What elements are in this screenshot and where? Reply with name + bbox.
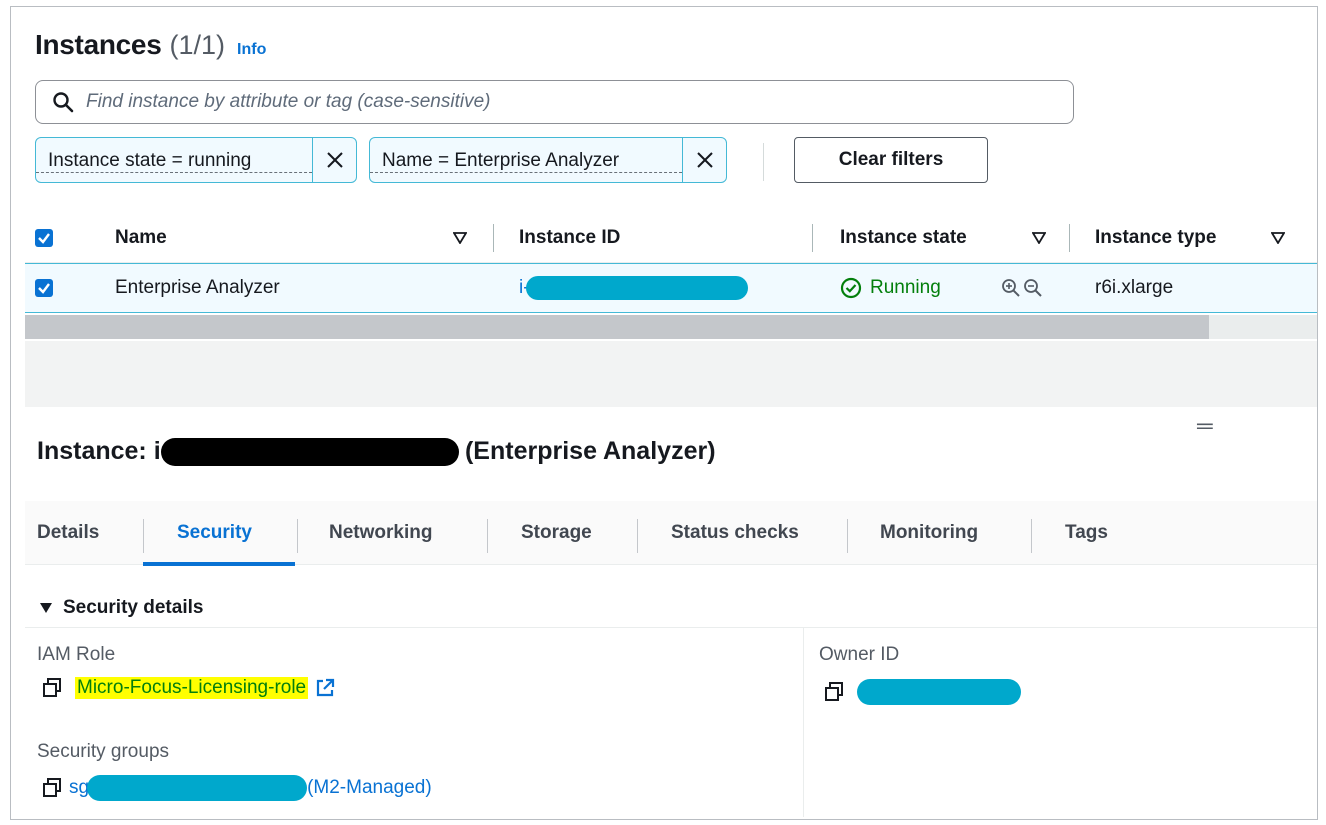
filter-token-name: Name = Enterprise Analyzer	[369, 137, 727, 183]
tab-separator	[637, 519, 638, 553]
tab-separator	[297, 519, 298, 553]
instances-panel: Instances (1/1) Info Instance state = ru…	[10, 6, 1318, 820]
zoom-controls	[1001, 264, 1043, 312]
owner-id-value	[823, 679, 1021, 705]
table-empty-area	[25, 341, 1317, 407]
copy-icon[interactable]	[41, 777, 63, 799]
tab-separator	[143, 519, 144, 553]
tab-separator	[1031, 519, 1032, 553]
owner-id-label: Owner ID	[819, 644, 900, 665]
checkmark-icon	[38, 283, 50, 294]
tab-security[interactable]: Security	[177, 501, 252, 565]
sort-icon[interactable]	[453, 232, 467, 244]
tab-monitoring[interactable]: Monitoring	[880, 501, 978, 565]
search-input[interactable]	[86, 91, 1046, 113]
copy-icon[interactable]	[41, 677, 63, 699]
info-link[interactable]: Info	[237, 41, 266, 59]
section-title: Security details	[63, 597, 204, 618]
external-link-icon[interactable]	[314, 677, 336, 699]
divider	[763, 143, 764, 181]
horizontal-scrollbar[interactable]	[25, 315, 1317, 339]
remove-filter-button[interactable]	[682, 138, 726, 182]
column-separator	[1069, 224, 1070, 252]
tab-separator	[847, 519, 848, 553]
tab-status-checks[interactable]: Status checks	[671, 501, 799, 565]
column-header-instance-id[interactable]: Instance ID	[519, 212, 620, 263]
caret-down-icon	[40, 603, 52, 613]
tab-networking[interactable]: Networking	[329, 501, 432, 565]
divider	[25, 627, 1317, 628]
column-header-instance-state[interactable]: Instance state	[840, 212, 967, 263]
instance-title-suffix: (Enterprise Analyzer)	[464, 437, 716, 465]
redacted-owner-id	[857, 679, 1021, 705]
instance-count: (1/1)	[169, 30, 226, 60]
instance-name: Enterprise Analyzer	[115, 277, 280, 298]
row-checkbox-cell[interactable]	[35, 264, 53, 312]
status-badge: Running	[840, 277, 941, 299]
security-details-header[interactable]: Security details	[39, 597, 203, 619]
detail-tabs: Details Security Networking Storage Stat…	[25, 501, 1317, 565]
close-icon	[696, 152, 713, 168]
close-icon	[326, 152, 343, 168]
instance-detail-title: Instance: i- (Enterprise Analyzer)	[37, 437, 716, 466]
row-checkbox[interactable]	[35, 279, 53, 297]
tab-details[interactable]: Details	[37, 501, 99, 565]
instance-state-cell: Running	[840, 264, 941, 312]
column-separator	[812, 224, 813, 252]
tab-tags[interactable]: Tags	[1065, 501, 1108, 565]
tab-storage[interactable]: Storage	[521, 501, 592, 565]
scrollbar-thumb[interactable]	[25, 315, 1209, 339]
zoom-in-icon[interactable]	[1001, 278, 1021, 298]
copy-icon[interactable]	[823, 681, 845, 703]
remove-filter-button[interactable]	[312, 138, 356, 182]
page-title: Instances	[35, 29, 162, 60]
select-all-checkbox[interactable]	[35, 228, 53, 247]
clear-filters-button[interactable]: Clear filters	[794, 137, 988, 183]
active-tab-indicator	[143, 562, 295, 566]
checkmark-icon	[38, 232, 50, 244]
instance-id-link[interactable]: i-	[519, 264, 748, 312]
filter-token-label[interactable]: Instance state = running	[36, 150, 312, 173]
filter-token-instance-state: Instance state = running	[35, 137, 357, 183]
check-circle-icon	[840, 277, 862, 299]
table-row[interactable]: Enterprise Analyzer i- Running r6i.xlarg…	[25, 263, 1317, 313]
iam-role-value: Micro-Focus-Licensing-role	[41, 677, 336, 699]
table-header: Name Instance ID Instance state Instance…	[25, 212, 1317, 263]
select-all-checkbox-cell[interactable]	[35, 212, 53, 263]
column-header-instance-type[interactable]: Instance type	[1095, 212, 1216, 263]
filter-token-label[interactable]: Name = Enterprise Analyzer	[370, 150, 682, 173]
column-divider	[803, 627, 804, 817]
column-separator	[493, 224, 494, 252]
sort-icon[interactable]	[1271, 232, 1285, 244]
page-header: Instances (1/1) Info	[35, 29, 266, 61]
tab-separator	[487, 519, 488, 553]
search-icon	[53, 92, 74, 113]
sort-icon[interactable]	[1032, 232, 1046, 244]
iam-role-label: IAM Role	[37, 644, 116, 665]
zoom-out-icon[interactable]	[1023, 278, 1043, 298]
column-header-name[interactable]: Name	[115, 212, 167, 263]
redacted-instance-id	[525, 276, 748, 300]
redacted-instance-id	[160, 437, 459, 466]
security-group-value: sg (M2-Managed)	[41, 775, 432, 801]
search-box[interactable]	[35, 80, 1074, 124]
instance-type: r6i.xlarge	[1095, 277, 1174, 298]
redacted-security-group-id	[87, 775, 308, 801]
status-label: Running	[870, 277, 941, 298]
security-groups-label: Security groups	[37, 741, 170, 762]
instance-title-prefix: Instance: i-	[37, 437, 169, 465]
security-group-suffix[interactable]: (M2-Managed)	[307, 777, 432, 799]
security-group-prefix[interactable]: sg	[69, 777, 89, 799]
resize-handle-icon[interactable]: ═	[1197, 415, 1213, 437]
iam-role-link[interactable]: Micro-Focus-Licensing-role	[75, 677, 309, 699]
